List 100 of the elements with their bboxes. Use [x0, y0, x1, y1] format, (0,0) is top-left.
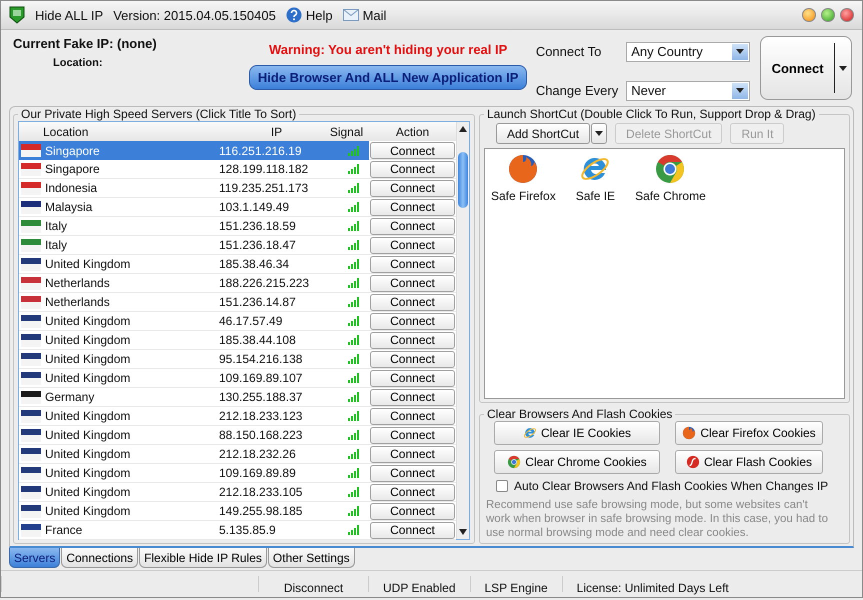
- location-cell: United Kingdom: [45, 466, 130, 480]
- connect-server-button[interactable]: Connect: [370, 256, 455, 272]
- location-cell: United Kingdom: [45, 504, 130, 518]
- connect-server-button[interactable]: Connect: [370, 502, 455, 520]
- flag-icon: [21, 144, 41, 157]
- mail-icon: [342, 9, 359, 21]
- signal-icon: [348, 335, 360, 345]
- server-row[interactable]: United Kingdom 185.38.44.108 Connect: [19, 331, 456, 350]
- server-row[interactable]: United Kingdom 109.169.89.107 Connect: [19, 369, 456, 388]
- server-row[interactable]: United Kingdom 88.150.168.223 Connect: [19, 426, 456, 445]
- server-row[interactable]: United Kingdom 212.18.232.26 Connect: [19, 445, 456, 464]
- connect-server-button[interactable]: Connect: [370, 198, 455, 216]
- flag-icon: [21, 390, 41, 404]
- location-cell: Italy: [45, 238, 68, 252]
- shortcut-button[interactable]: Add ShortCut: [496, 123, 590, 144]
- signal-icon: [348, 411, 360, 421]
- hide-ip-button[interactable]: Hide Browser And ALL New Application IP: [248, 65, 528, 90]
- country-dropdown[interactable]: Any Country: [626, 42, 750, 62]
- clear-cookies-button[interactable]: Clear Chrome Cookies: [494, 450, 660, 474]
- flag-icon: [21, 314, 41, 328]
- server-row[interactable]: United Kingdom 95.154.216.138 Connect: [19, 350, 456, 369]
- server-row[interactable]: Italy 151.236.18.59 Connect: [19, 217, 456, 236]
- shortcut-label[interactable]: Safe IE: [576, 189, 616, 203]
- signal-icon: [348, 392, 360, 402]
- signal-icon: [348, 468, 360, 478]
- location-cell: United Kingdom: [45, 333, 130, 347]
- maximize-button[interactable]: [821, 8, 835, 22]
- server-row[interactable]: United Kingdom 109.169.89.89 Connect: [19, 464, 456, 483]
- minimize-button[interactable]: [802, 8, 816, 22]
- server-row[interactable]: Italy 151.236.18.47 Connect: [19, 236, 456, 255]
- connect-server-button[interactable]: Connect: [370, 142, 455, 159]
- tab[interactable]: Connections: [61, 548, 138, 568]
- server-row[interactable]: Singapore 116.251.216.19 Connect: [19, 141, 456, 160]
- help-link[interactable]: Help: [306, 8, 333, 22]
- server-row[interactable]: United Kingdom 212.18.233.123 Connect: [19, 407, 456, 426]
- clear-cookies-button[interactable]: Clear IE Cookies: [494, 421, 660, 445]
- shortcut-label[interactable]: Safe Chrome: [635, 189, 706, 203]
- connect-server-button[interactable]: Connect: [370, 370, 455, 386]
- location-cell: Indonesia: [45, 181, 98, 195]
- connect-button[interactable]: Connect: [760, 36, 852, 100]
- server-row[interactable]: France 5.135.85.9 Connect: [19, 521, 456, 540]
- server-row[interactable]: United Kingdom 46.17.57.49 Connect: [19, 312, 456, 331]
- signal-icon: [348, 525, 360, 535]
- connect-server-button[interactable]: Connect: [370, 294, 455, 310]
- ip-cell-text: 88.150.168.223: [219, 428, 304, 442]
- clear-cookies-button[interactable]: Clear Firefox Cookies: [675, 421, 823, 445]
- shortcut-title: Launch ShortCut (Double Click To Run, Support Drop & Drag): [486, 107, 817, 121]
- server-row[interactable]: Malaysia 103.1.149.49 Connect: [19, 198, 456, 217]
- connect-server-button[interactable]: Connect: [370, 332, 455, 348]
- server-row[interactable]: Germany 130.255.188.37 Connect: [19, 388, 456, 407]
- scrollbar[interactable]: [456, 122, 469, 539]
- current-ip-label: Current Fake IP: (none): [13, 36, 158, 51]
- tab[interactable]: Servers: [9, 548, 60, 568]
- connect-server-button[interactable]: Connect: [370, 218, 455, 234]
- ip-cell-text: 119.235.251.173: [219, 181, 310, 195]
- dropdown-button[interactable]: [591, 123, 608, 144]
- ip-cell-text: 149.255.98.185: [219, 504, 304, 518]
- signal-icon: [348, 146, 360, 156]
- interval-dropdown[interactable]: Never: [626, 80, 750, 100]
- clear-cookies-button[interactable]: Clear Flash Cookies: [675, 450, 823, 474]
- connect-server-button[interactable]: Connect: [370, 446, 455, 462]
- servers-title[interactable]: Our Private High Speed Servers (Click Title To Sort): [18, 107, 300, 121]
- flag-icon: [21, 200, 41, 214]
- flag-icon: [21, 276, 41, 290]
- server-row[interactable]: United Kingdom 185.38.46.34 Connect: [19, 255, 456, 274]
- server-row[interactable]: Indonesia 119.235.251.173 Connect: [19, 179, 456, 198]
- chrome-icon: [654, 153, 686, 185]
- connect-server-button[interactable]: Connect: [370, 236, 455, 254]
- connect-server-button[interactable]: Connect: [370, 180, 455, 196]
- connect-server-button[interactable]: Connect: [370, 522, 455, 538]
- connect-server-button[interactable]: Connect: [370, 388, 455, 406]
- close-button[interactable]: [840, 8, 854, 22]
- connect-server-button[interactable]: Connect: [370, 484, 455, 500]
- server-row[interactable]: Singapore 128.199.118.182 Connect: [19, 160, 456, 179]
- server-row[interactable]: Netherlands 151.236.14.87 Connect: [19, 293, 456, 312]
- connect-server-button[interactable]: Connect: [370, 350, 455, 368]
- server-row[interactable]: Netherlands 188.226.215.223 Connect: [19, 274, 456, 293]
- connect-server-button[interactable]: Connect: [370, 464, 455, 482]
- location-cell: Netherlands: [45, 276, 110, 290]
- mail-link[interactable]: Mail: [362, 8, 386, 22]
- connect-server-button[interactable]: Connect: [370, 426, 455, 444]
- server-row[interactable]: United Kingdom 149.255.98.185 Connect: [19, 502, 456, 521]
- shortcut-label[interactable]: Safe Firefox: [491, 189, 556, 203]
- column-header[interactable]: IP: [229, 124, 324, 138]
- checkbox[interactable]: [496, 480, 508, 492]
- flag-icon: [21, 486, 41, 498]
- connect-to-label: Connect To: [536, 44, 602, 59]
- column-header[interactable]: Signal: [324, 124, 369, 138]
- location-cell: United Kingdom: [45, 352, 130, 366]
- connect-server-button[interactable]: Connect: [370, 160, 455, 178]
- column-header[interactable]: Action: [369, 124, 456, 138]
- connect-server-button[interactable]: Connect: [370, 312, 455, 330]
- connect-server-button[interactable]: Connect: [370, 408, 455, 424]
- tab[interactable]: Flexible Hide IP Rules: [139, 548, 267, 568]
- tab[interactable]: Other Settings: [268, 548, 355, 568]
- server-row[interactable]: United Kingdom 212.18.233.105 Connect: [19, 483, 456, 502]
- location-cell: Singapore: [45, 144, 100, 158]
- help-icon: [286, 7, 302, 23]
- column-header[interactable]: Location: [19, 124, 229, 138]
- connect-server-button[interactable]: Connect: [370, 274, 455, 292]
